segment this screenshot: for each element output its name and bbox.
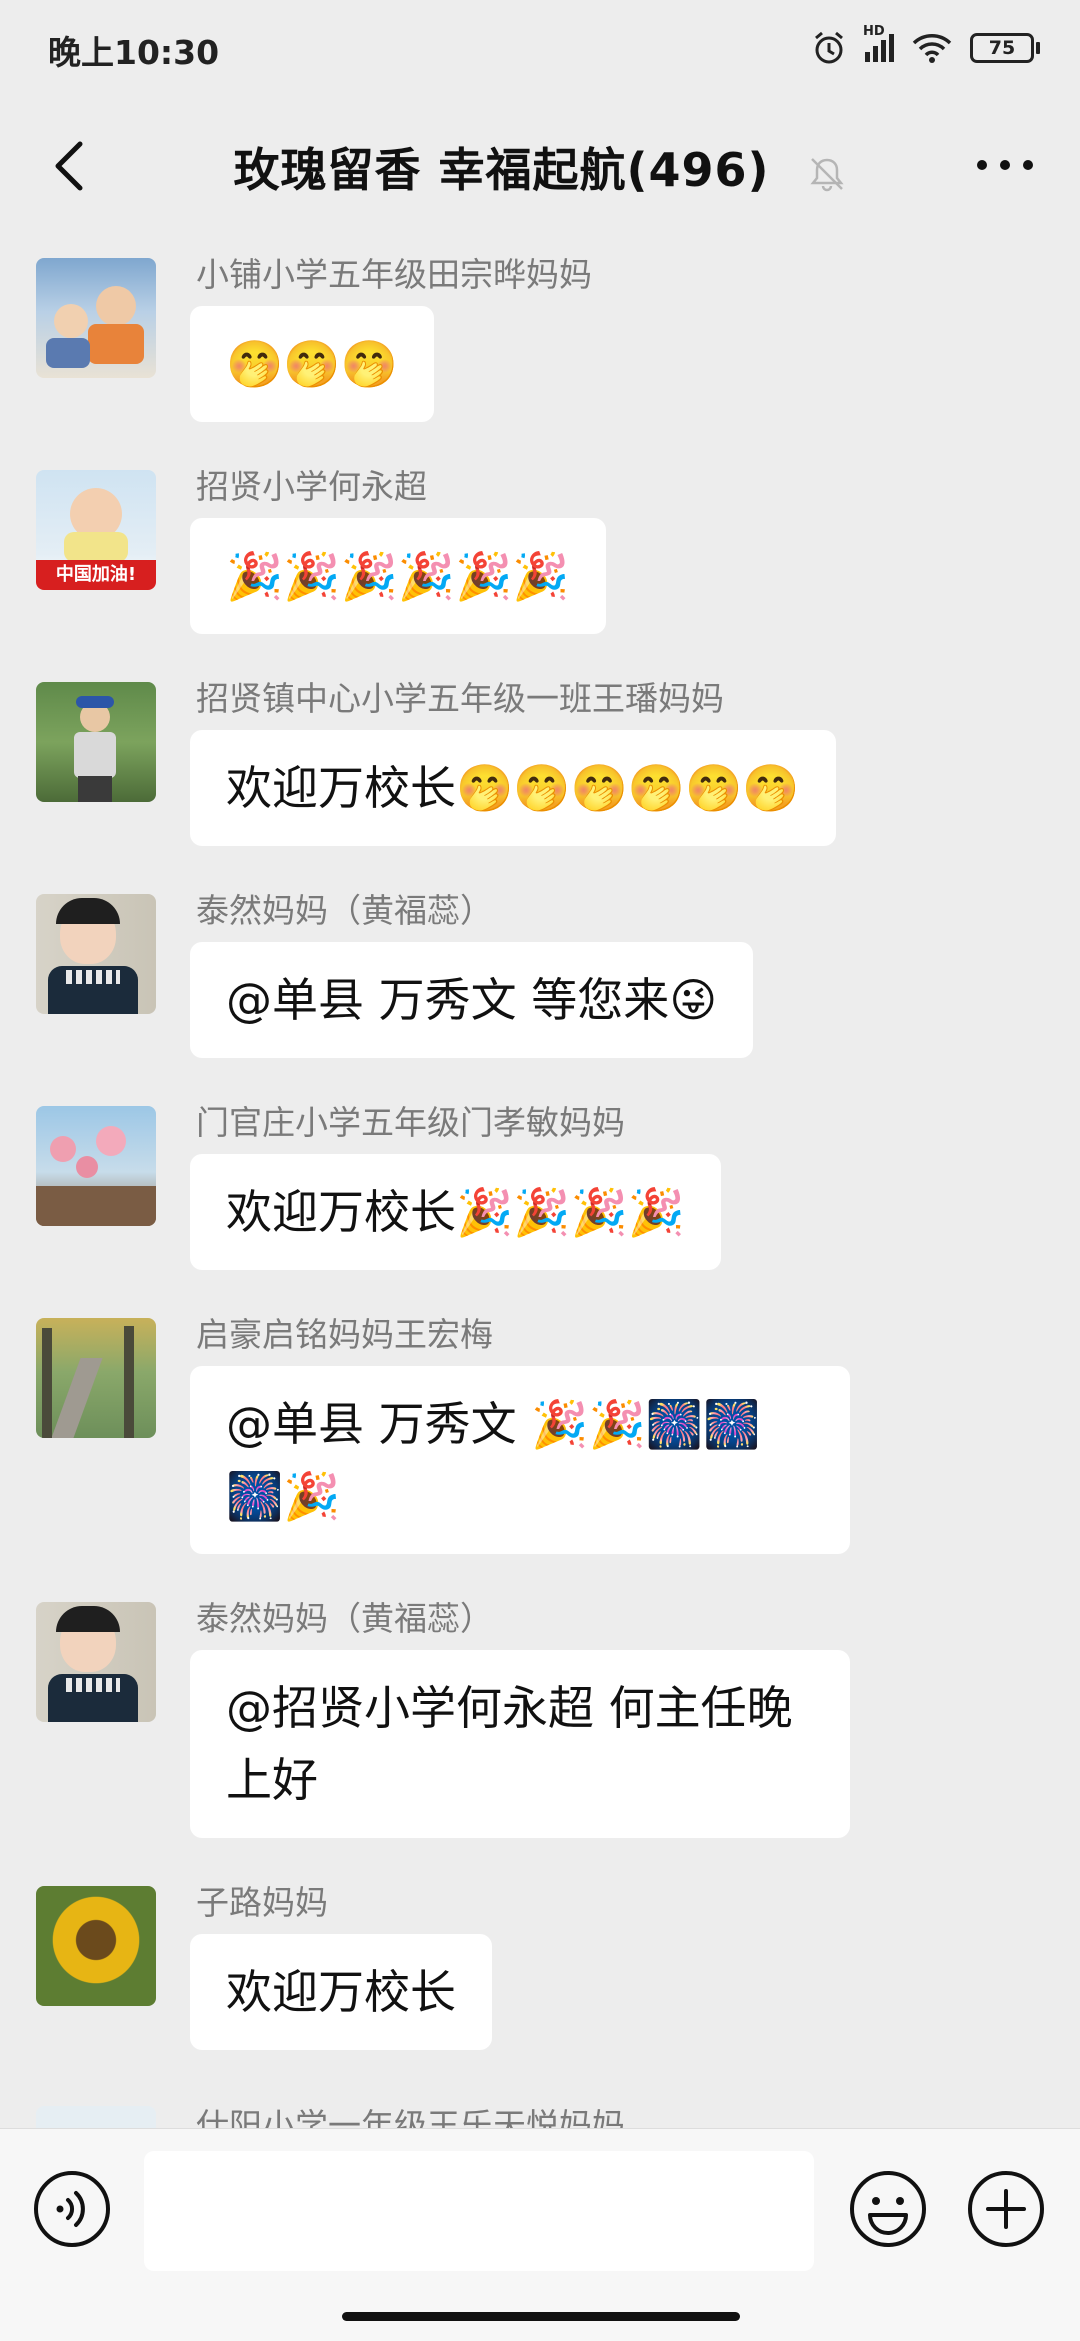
message-item: 子路妈妈 欢迎万校长 xyxy=(0,1868,1080,2050)
message-bubble[interactable]: 欢迎万校长 xyxy=(190,1934,492,2050)
battery-level: 75 xyxy=(988,37,1016,59)
avatar[interactable] xyxy=(36,894,156,1014)
partial-message: 仕阳小学一年级王乐天悦妈妈 xyxy=(36,2106,1046,2128)
message-bubble[interactable]: @招贤小学何永超 何主任晚上好 xyxy=(190,1650,850,1838)
message-list[interactable]: 小铺小学五年级田宗晔妈妈 🤭🤭🤭 中国加油! 招贤小学何永超 🎉🎉🎉🎉🎉🎉 招贤… xyxy=(0,240,1080,2128)
chat-title: 玫瑰留香 幸福起航(496) xyxy=(233,143,770,197)
message-item: 小铺小学五年级田宗晔妈妈 🤭🤭🤭 xyxy=(0,240,1080,422)
avatar-caption: 中国加油! xyxy=(36,560,156,590)
home-indicator[interactable] xyxy=(342,2312,740,2321)
voice-input-icon[interactable] xyxy=(32,2169,112,2249)
plus-icon[interactable] xyxy=(966,2169,1046,2249)
sender-name: 启豪启铭妈妈王宏梅 xyxy=(196,1315,493,1354)
message-item: 启豪启铭妈妈王宏梅 @单县 万秀文 🎉🎉🎆🎆🎆🎉 xyxy=(0,1300,1080,1554)
sender-name: 泰然妈妈（黄福蕊） xyxy=(196,1599,493,1638)
message-item: 泰然妈妈（黄福蕊） @招贤小学何永超 何主任晚上好 xyxy=(0,1584,1080,1838)
message-item: 门官庄小学五年级门孝敏妈妈 欢迎万校长🎉🎉🎉🎉 xyxy=(0,1088,1080,1270)
message-item: 泰然妈妈（黄福蕊） @单县 万秀文 等您来😜 xyxy=(0,876,1080,1058)
chat-title-row: 玫瑰留香 幸福起航(496) xyxy=(0,134,1080,200)
avatar[interactable] xyxy=(36,682,156,802)
chat-header: 玫瑰留香 幸福起航(496) xyxy=(0,96,1080,240)
sender-name: 子路妈妈 xyxy=(196,1883,328,1922)
battery-icon: 75 xyxy=(970,33,1040,63)
more-options-icon[interactable] xyxy=(970,140,1040,190)
status-time: 晚上10:30 xyxy=(48,33,220,72)
sender-name: 仕阳小学一年级王乐天悦妈妈 xyxy=(196,2106,625,2128)
hd-label: HD xyxy=(863,24,885,39)
avatar[interactable] xyxy=(36,1886,156,2006)
message-bubble[interactable]: 欢迎万校长🎉🎉🎉🎉 xyxy=(190,1154,722,1270)
message-bubble[interactable]: @单县 万秀文 等您来😜 xyxy=(190,942,754,1058)
sender-name: 招贤镇中心小学五年级一班王璠妈妈 xyxy=(196,679,724,718)
status-icons: HD 75 xyxy=(811,24,1040,70)
message-input[interactable] xyxy=(144,2151,814,2271)
avatar xyxy=(36,2106,156,2128)
avatar[interactable] xyxy=(36,1318,156,1438)
avatar[interactable] xyxy=(36,1106,156,1226)
avatar[interactable] xyxy=(36,258,156,378)
sender-name: 门官庄小学五年级门孝敏妈妈 xyxy=(196,1103,625,1142)
message-bubble[interactable]: 欢迎万校长🤭🤭🤭🤭🤭🤭 xyxy=(190,730,836,846)
hd-signal-icon: HD xyxy=(863,24,894,62)
input-bar xyxy=(0,2128,1080,2341)
sender-name: 泰然妈妈（黄福蕊） xyxy=(196,891,493,930)
message-item: 中国加油! 招贤小学何永超 🎉🎉🎉🎉🎉🎉 xyxy=(0,452,1080,634)
sender-name: 小铺小学五年级田宗晔妈妈 xyxy=(196,255,592,294)
avatar[interactable]: 中国加油! xyxy=(36,470,156,590)
mute-bell-icon xyxy=(809,157,844,191)
wifi-icon xyxy=(912,34,952,63)
sender-name: 招贤小学何永超 xyxy=(196,467,427,506)
alarm-icon xyxy=(815,31,843,64)
message-bubble[interactable]: 🤭🤭🤭 xyxy=(190,306,434,422)
avatar[interactable] xyxy=(36,1602,156,1722)
message-item: 招贤镇中心小学五年级一班王璠妈妈 欢迎万校长🤭🤭🤭🤭🤭🤭 xyxy=(0,664,1080,846)
message-bubble[interactable]: 🎉🎉🎉🎉🎉🎉 xyxy=(190,518,606,634)
emoji-icon[interactable] xyxy=(848,2169,928,2249)
message-bubble[interactable]: @单县 万秀文 🎉🎉🎆🎆🎆🎉 xyxy=(190,1366,850,1554)
status-bar: 晚上10:30 HD 75 xyxy=(0,0,1080,96)
